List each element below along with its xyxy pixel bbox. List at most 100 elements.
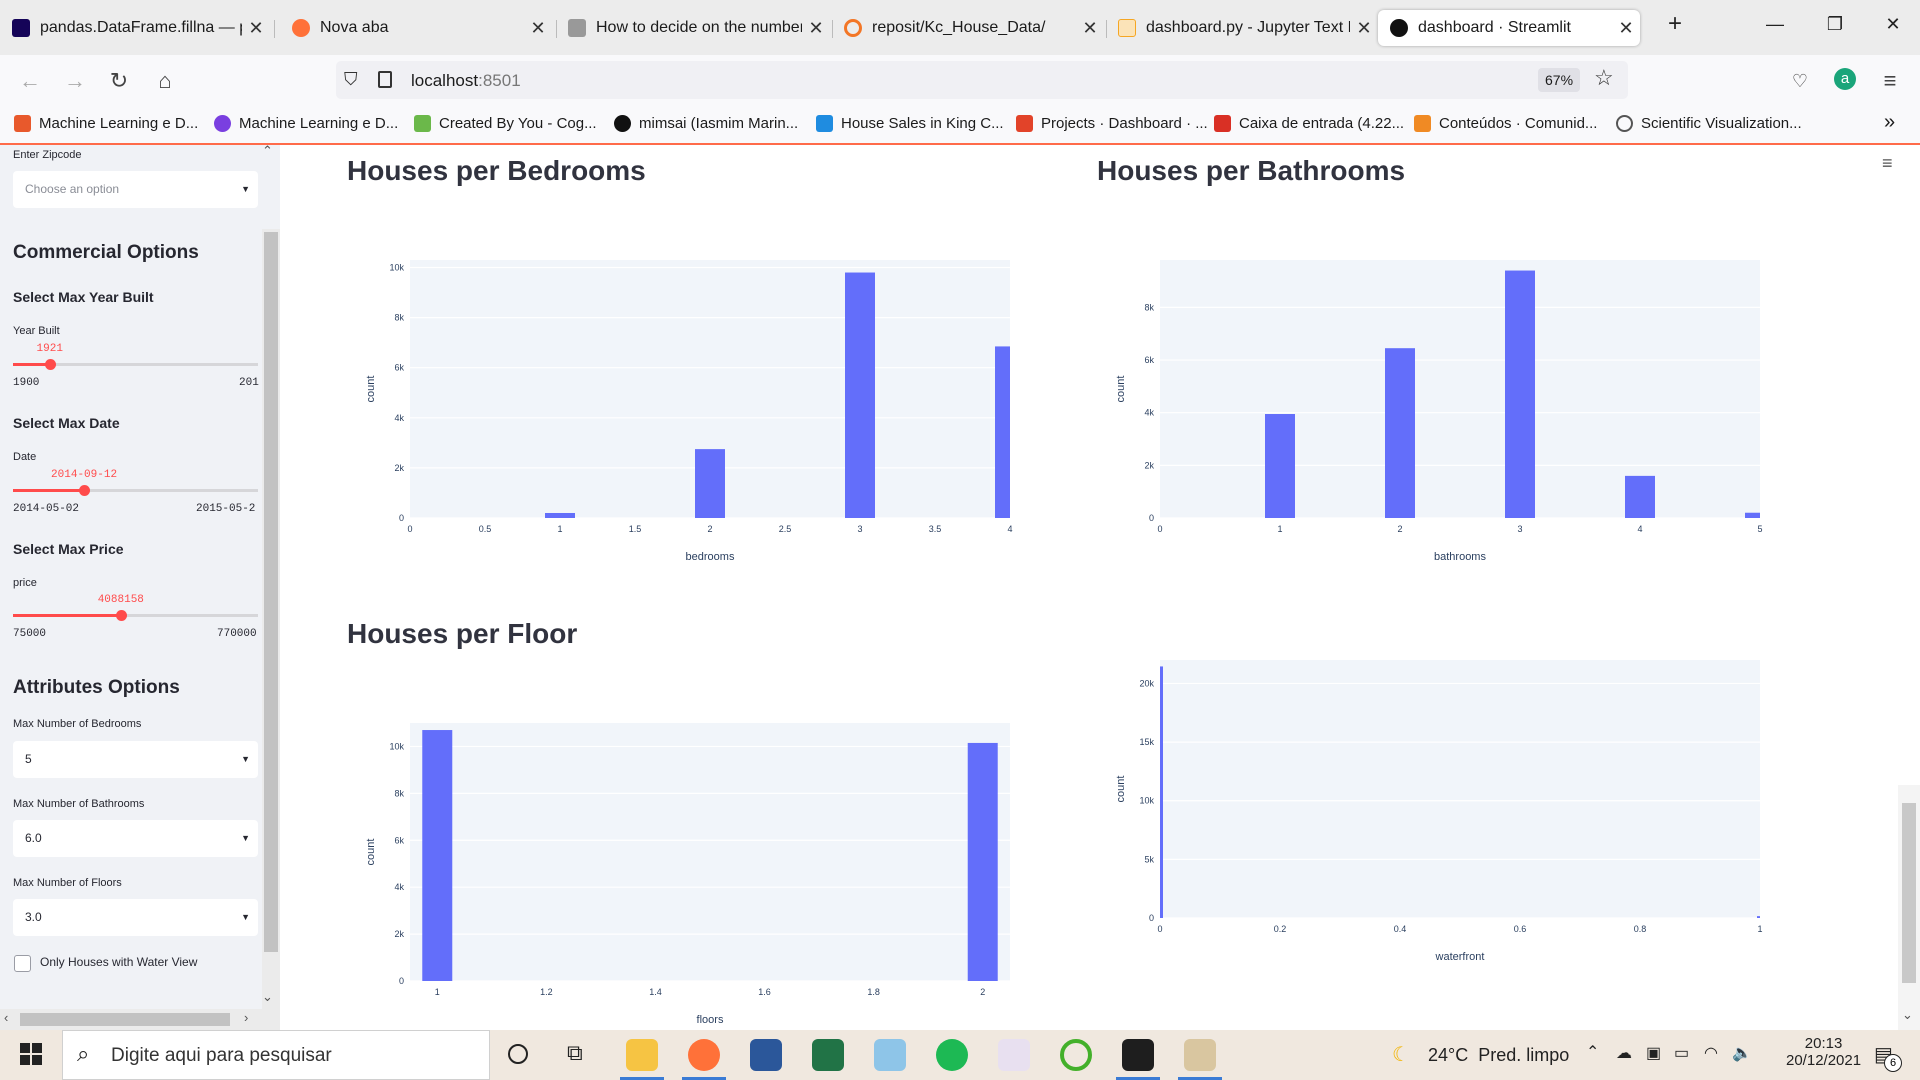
reload-icon[interactable]: ↻	[104, 68, 134, 94]
bookmark[interactable]: mimsai (Iasmim Marin...	[614, 115, 798, 132]
browser-tab-strip: pandas.DataFrame.fillna — par ✕ Nova aba…	[0, 0, 1920, 55]
bookmark[interactable]: Machine Learning e D...	[14, 115, 198, 132]
hamburger-menu-icon[interactable]: ≡	[1882, 153, 1893, 174]
home-icon[interactable]: ⌂	[150, 68, 180, 94]
close-tab-icon[interactable]: ✕	[802, 18, 830, 39]
slider-thumb[interactable]	[44, 359, 56, 370]
x-tick-label: 0	[407, 524, 412, 534]
scrollbar-thumb[interactable]	[264, 232, 278, 952]
slider-thumb[interactable]	[115, 610, 127, 621]
bookmark[interactable]: Machine Learning e D...	[214, 115, 398, 132]
shield-icon[interactable]: ⛉	[344, 69, 358, 90]
close-tab-icon[interactable]: ✕	[1350, 18, 1378, 39]
navigation-bar: ← → ↻ ⌂ ⛉ localhost:8501 67% ☆ ♡ a ≡	[0, 55, 1920, 107]
zipcode-select[interactable]: Choose an option ▼	[13, 171, 258, 208]
onedrive-icon[interactable]: ☁	[1616, 1043, 1632, 1063]
horizontal-scrollbar[interactable]: ‹ ›	[0, 1009, 280, 1030]
scroll-left-icon[interactable]: ‹	[4, 1010, 8, 1025]
x-tick-label: 4	[1007, 524, 1012, 534]
close-tab-icon[interactable]: ✕	[242, 18, 270, 39]
firefox-icon[interactable]	[688, 1039, 720, 1071]
file-explorer-icon[interactable]	[626, 1039, 658, 1071]
tray-chevron-icon[interactable]: ⌃	[1586, 1042, 1599, 1062]
x-tick-label: 2	[980, 987, 985, 997]
app-icon[interactable]	[1184, 1039, 1216, 1071]
excel-icon[interactable]	[812, 1039, 844, 1071]
x-tick-label: 2.5	[779, 524, 792, 534]
bookmark[interactable]: Conteúdos · Comunid...	[1414, 115, 1597, 132]
more-bookmarks-icon[interactable]: »	[1884, 111, 1895, 134]
y-tick-label: 0	[399, 513, 404, 523]
bookmark[interactable]: Caixa de entrada (4.22...	[1214, 115, 1404, 132]
battery-icon[interactable]: ▭	[1674, 1043, 1689, 1063]
attributes-options-heading: Attributes Options	[13, 677, 180, 698]
menu-icon[interactable]: ≡	[1875, 68, 1905, 94]
main-scrollbar[interactable]	[1898, 785, 1920, 1030]
pocket-icon[interactable]: ♡	[1785, 68, 1815, 94]
y-tick-label: 2k	[394, 463, 404, 473]
weather-icon[interactable]: ☾	[1392, 1042, 1410, 1067]
browser-tab-active[interactable]: dashboard · Streamlit ✕	[1378, 10, 1640, 46]
x-tick-label: 3	[857, 524, 862, 534]
clock[interactable]: 20:13 20/12/2021	[1786, 1035, 1861, 1069]
streamlit-icon	[1390, 19, 1408, 37]
close-window-icon[interactable]: ✕	[1878, 14, 1908, 35]
browser-tab[interactable]: How to decide on the number ✕	[556, 10, 830, 46]
taskbar-search-box[interactable]: ⌕ Digite aqui para pesquisar	[62, 1030, 490, 1080]
close-tab-icon[interactable]: ✕	[1612, 18, 1640, 39]
browser-tab[interactable]: Nova aba ✕	[280, 10, 552, 46]
close-tab-icon[interactable]: ✕	[524, 18, 552, 39]
task-view-icon[interactable]: ⧉	[567, 1040, 583, 1066]
windows-start-icon[interactable]	[20, 1043, 42, 1065]
wifi-icon[interactable]: ◠	[1704, 1043, 1718, 1063]
back-icon[interactable]: ←	[15, 68, 45, 94]
bookmark-label: Created By You - Cog...	[439, 115, 597, 132]
restore-icon[interactable]: ❐	[1820, 14, 1850, 35]
year-min: 1900	[13, 377, 40, 389]
spotify-icon[interactable]	[936, 1039, 968, 1071]
url-bar[interactable]: ⛉ localhost:8501 67% ☆	[336, 61, 1628, 99]
scrollbar-thumb[interactable]	[1902, 803, 1916, 983]
bedrooms-select[interactable]: 5 ▼	[13, 741, 258, 778]
browser-tab[interactable]: dashboard.py - Jupyter Text Ed ✕	[1106, 10, 1378, 46]
cortana-icon[interactable]	[508, 1044, 528, 1064]
app-icon[interactable]	[874, 1039, 906, 1071]
bookmark[interactable]: Scientific Visualization...	[1616, 115, 1802, 132]
bookmark-star-icon[interactable]: ☆	[1594, 65, 1614, 91]
minimize-icon[interactable]: —	[1760, 14, 1790, 35]
account-icon[interactable]: a	[1834, 68, 1856, 90]
bathrooms-select[interactable]: 6.0 ▼	[13, 820, 258, 857]
scroll-up-icon[interactable]: ⌃	[262, 143, 273, 159]
scroll-down-icon[interactable]: ⌄	[1902, 1007, 1913, 1023]
date-slider[interactable]: 2014-09-12	[13, 469, 258, 496]
url-text[interactable]: localhost:8501	[411, 71, 521, 91]
sidebar-scrollbar[interactable]	[262, 229, 280, 1017]
bar	[995, 346, 1010, 518]
forward-icon[interactable]: →	[60, 68, 90, 94]
zoom-indicator[interactable]: 67%	[1538, 68, 1581, 92]
scrollbar-thumb[interactable]	[20, 1013, 230, 1026]
slider-thumb[interactable]	[79, 485, 91, 496]
scroll-down-icon[interactable]: ⌄	[262, 989, 273, 1005]
browser-tab[interactable]: reposit/Kc_House_Data/ ✕	[832, 10, 1104, 46]
slack-icon[interactable]	[998, 1039, 1030, 1071]
close-tab-icon[interactable]: ✕	[1076, 18, 1104, 39]
word-icon[interactable]	[750, 1039, 782, 1071]
scroll-right-icon[interactable]: ›	[244, 1010, 248, 1025]
bookmark[interactable]: Projects · Dashboard · ...	[1016, 115, 1208, 132]
bookmark[interactable]: Created By You - Cog...	[414, 115, 597, 132]
bookmark[interactable]: House Sales in King C...	[816, 115, 1004, 132]
price-slider[interactable]: 4088158	[13, 594, 258, 621]
terminal-icon[interactable]	[1122, 1039, 1154, 1071]
price-heading: Select Max Price	[13, 541, 124, 557]
floors-select[interactable]: 3.0 ▼	[13, 899, 258, 936]
app-icon[interactable]	[1060, 1039, 1092, 1071]
year-slider[interactable]: 1921	[13, 343, 258, 370]
browser-tab[interactable]: pandas.DataFrame.fillna — par ✕	[0, 10, 270, 46]
weather-text[interactable]: 24°C Pred. limpo	[1428, 1045, 1569, 1066]
tray-app-icon[interactable]: ▣	[1646, 1043, 1661, 1063]
page-info-icon[interactable]	[378, 71, 392, 88]
new-tab-button[interactable]: +	[1660, 10, 1690, 38]
water-view-checkbox[interactable]	[14, 955, 31, 972]
volume-icon[interactable]: 🔈	[1732, 1043, 1752, 1063]
